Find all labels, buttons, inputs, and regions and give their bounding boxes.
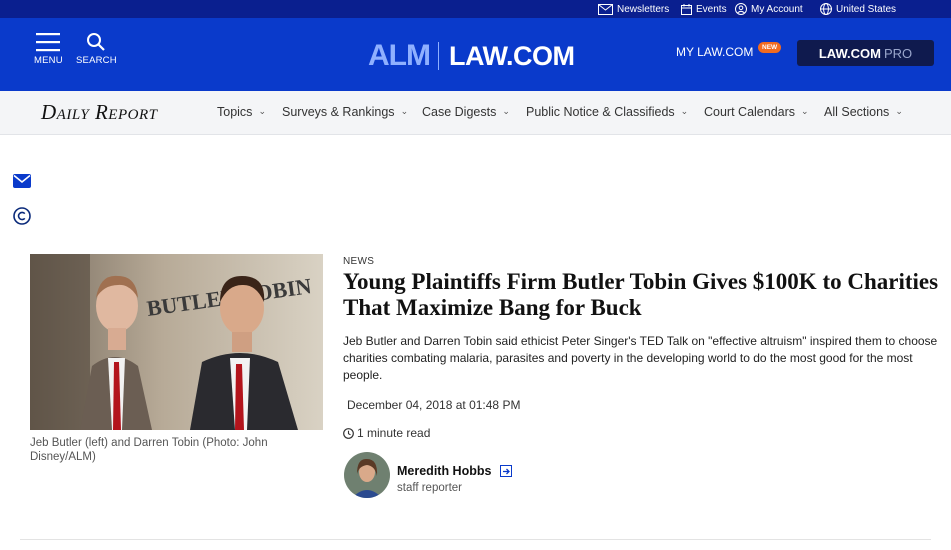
nav-item-public-notice[interactable]: Public Notice & Classifieds ⌄ <box>526 105 688 119</box>
search-label: SEARCH <box>76 55 117 66</box>
nav-item-label: Public Notice & Classifieds <box>526 105 675 119</box>
arrow-right-icon <box>502 468 510 474</box>
nav-item-label: All Sections <box>824 105 890 119</box>
nav-item-label: Topics <box>217 105 253 119</box>
article-headline[interactable]: Young Plaintiffs Firm Butler Tobin Gives… <box>343 269 948 321</box>
copyright-icon <box>13 207 31 225</box>
article-summary: Jeb Butler and Darren Tobin said ethicis… <box>343 334 938 382</box>
read-time-label: 1 minute read <box>357 426 431 440</box>
publish-date: December 04, 2018 at 01:48 PM <box>347 398 521 412</box>
site-header: MENU SEARCH ALM LAW.COM MY LAW.COM NEW L… <box>0 18 951 91</box>
nav-item-label: Surveys & Rankings <box>282 105 395 119</box>
author-title: staff reporter <box>397 482 462 494</box>
article-image: BUTLER|TOBIN <box>30 254 323 430</box>
clock-icon <box>343 427 354 439</box>
region-label: United States <box>836 3 897 15</box>
chevron-down-icon: ⌄ <box>400 105 409 116</box>
globe-icon <box>820 3 832 15</box>
envelope-icon <box>598 3 613 15</box>
utility-bar: Newsletters Events My Account United Sta… <box>0 0 951 18</box>
nav-item-surveys[interactable]: Surveys & Rankings ⌄ <box>282 105 408 119</box>
new-badge: NEW <box>758 42 782 53</box>
nav-item-all-sections[interactable]: All Sections ⌄ <box>824 105 903 119</box>
author-name[interactable]: Meredith Hobbs <box>397 464 491 478</box>
photo-caption: Jeb Butler (left) and Darren Tobin (Phot… <box>30 437 268 463</box>
my-law-link[interactable]: MY LAW.COM <box>676 45 753 59</box>
search-icon <box>87 33 106 51</box>
hamburger-icon <box>36 33 61 52</box>
menu-button[interactable]: MENU <box>34 32 63 66</box>
nav-item-court-calendars[interactable]: Court Calendars ⌄ <box>704 105 809 119</box>
account-link[interactable]: My Account <box>735 0 803 18</box>
copyright-button[interactable] <box>13 207 31 230</box>
chevron-down-icon: ⌄ <box>895 105 903 116</box>
author-avatar[interactable] <box>344 452 390 498</box>
author-photo <box>344 452 390 498</box>
search-button[interactable]: SEARCH <box>76 32 117 66</box>
logo-law: LAW.COM <box>448 40 575 71</box>
events-link[interactable]: Events <box>681 0 727 18</box>
chevron-down-icon: ⌄ <box>258 105 266 116</box>
author-link-button[interactable] <box>500 465 512 477</box>
menu-label: MENU <box>34 55 63 66</box>
newsletters-label: Newsletters <box>617 3 670 15</box>
site-logo[interactable]: ALM LAW.COM <box>368 38 575 74</box>
nav-item-label: Court Calendars <box>704 105 796 119</box>
logo-alm: ALM <box>368 39 431 72</box>
article-photo[interactable]: BUTLER|TOBIN <box>30 254 323 430</box>
calendar-icon <box>681 3 692 15</box>
law-pro-button[interactable]: LAW.COM PRO <box>797 40 934 66</box>
pro-suffix-label: PRO <box>883 45 913 61</box>
account-label: My Account <box>751 3 803 15</box>
newsletters-link[interactable]: Newsletters <box>598 0 669 18</box>
pro-law-label: LAW.COM <box>818 45 881 61</box>
daily-report-brand[interactable]: Daily Report <box>41 100 157 125</box>
nav-item-case-digests[interactable]: Case Digests ⌄ <box>422 105 510 119</box>
nav-item-label: Case Digests <box>422 105 497 119</box>
chevron-down-icon: ⌄ <box>680 105 689 116</box>
chevron-down-icon: ⌄ <box>801 105 809 116</box>
article-kicker[interactable]: NEWS <box>343 256 374 267</box>
section-nav: Daily Report Topics ⌄ Surveys & Rankings ⌄… <box>0 91 951 135</box>
logo-divider <box>437 42 439 70</box>
envelope-icon <box>13 174 31 188</box>
section-divider <box>20 539 931 540</box>
user-circle-icon <box>735 3 747 15</box>
region-selector[interactable]: United States <box>820 0 896 18</box>
share-email-button[interactable] <box>13 174 31 193</box>
chevron-down-icon: ⌄ <box>502 105 510 116</box>
events-label: Events <box>696 3 727 15</box>
read-time: 1 minute read <box>343 426 430 440</box>
nav-item-topics[interactable]: Topics ⌄ <box>217 105 266 119</box>
